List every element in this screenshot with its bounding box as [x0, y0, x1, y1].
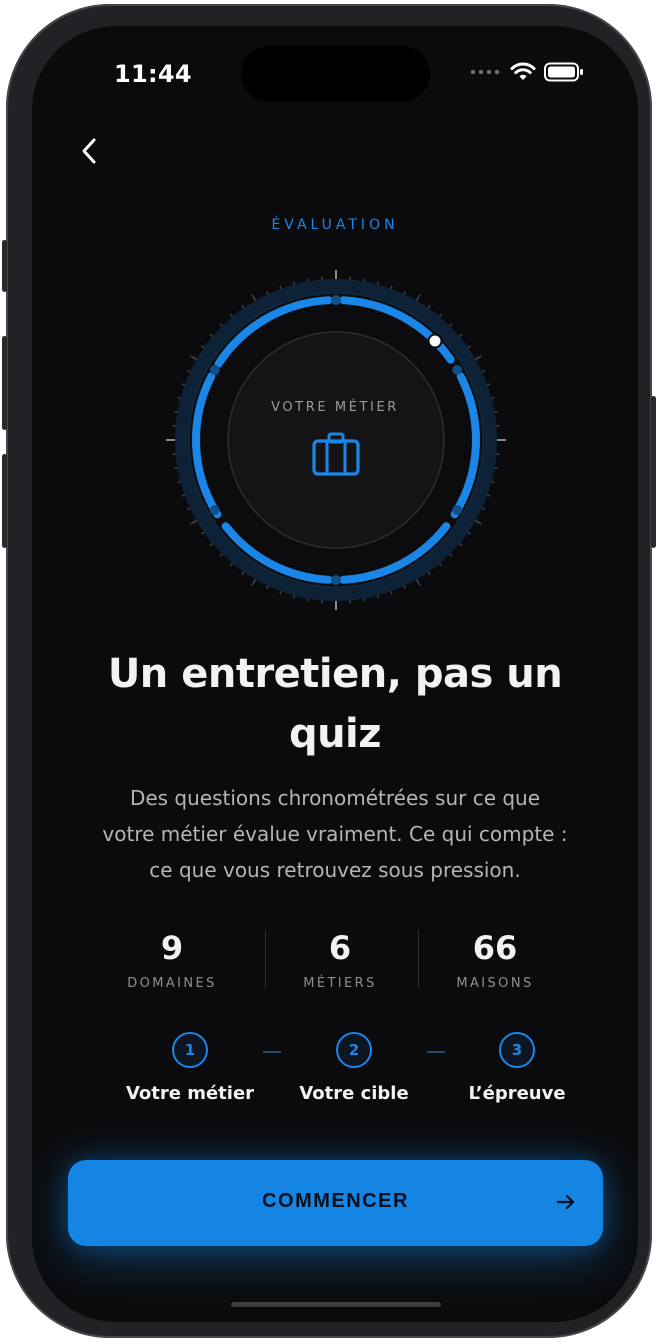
battery-icon: [544, 62, 583, 82]
stat-value: 6: [328, 929, 352, 967]
stat-label: MÉTIERS: [303, 976, 377, 991]
step-number: 1: [172, 1032, 208, 1068]
step-label: Votre métier: [125, 1083, 255, 1104]
step-number: 2: [336, 1032, 372, 1068]
briefcase-icon: [312, 432, 360, 476]
section-eyebrow: ÉVALUATION: [271, 217, 399, 233]
start-button-label: COMMENCER: [262, 1190, 409, 1212]
stat-divider: [418, 930, 419, 988]
stat-divider: [265, 930, 266, 988]
step-1: 1 Votre métier: [105, 1032, 275, 1104]
title-line-2: quiz: [288, 711, 382, 757]
stat-domaines: 9 DOMAINES: [102, 926, 242, 991]
action-button: [2, 240, 7, 292]
step-number: 3: [499, 1032, 535, 1068]
dial-node: [331, 575, 341, 585]
stat-value: 9: [160, 929, 184, 967]
stats-row: 9 DOMAINES 6 MÉTIERS 66 MAISONS: [102, 926, 568, 996]
description-line-1: Des questions chronométrées sur ce que: [129, 786, 541, 810]
description-line-2: votre métier évalue vraiment. Ce qui com…: [102, 822, 568, 846]
back-chevron-icon[interactable]: [74, 134, 104, 168]
step-3: 3 L’épreuve: [432, 1032, 602, 1104]
start-button[interactable]: COMMENCER: [68, 1160, 603, 1246]
dial-label: VOTRE MÉTIER: [271, 400, 399, 415]
dial-knob: [427, 333, 443, 349]
page-description: Des questions chronométrées sur ce que v…: [62, 780, 608, 888]
title-line-1: Un entretien, pas un: [107, 651, 563, 697]
step-label: Votre cible: [299, 1083, 409, 1104]
dial-node: [209, 505, 220, 515]
description-line-3: ce que vous retrouvez sous pression.: [149, 858, 521, 882]
dynamic-island: [241, 46, 430, 102]
step-2: 2 Votre cible: [269, 1032, 439, 1104]
volume-down-button: [2, 454, 7, 548]
step-label: L’épreuve: [468, 1083, 566, 1104]
stat-value: 66: [472, 929, 518, 967]
arrow-right-icon: [556, 1194, 575, 1210]
dial-node: [331, 295, 341, 305]
status-icons: [470, 62, 584, 82]
wifi-icon: [510, 62, 536, 80]
page-title: Un entretien, pas un quiz: [32, 644, 638, 764]
stat-maisons: 66 MAISONS: [425, 926, 565, 991]
dial-node: [452, 505, 463, 515]
home-indicator[interactable]: [231, 1302, 441, 1307]
stat-metiers: 6 MÉTIERS: [270, 926, 410, 991]
phone-frame: 11:44 ÉVALUATION VOTRE MÉTIER Un entreti…: [2, 4, 656, 1338]
volume-up-button: [2, 336, 7, 430]
steps-row: 1 Votre métier 2 Votre cible 3 L’épreuve: [32, 1032, 638, 1122]
stat-label: DOMAINES: [127, 976, 217, 991]
dial-node: [452, 365, 463, 375]
stat-label: MAISONS: [456, 976, 534, 991]
dial-node: [209, 365, 220, 375]
app-screen: 11:44 ÉVALUATION VOTRE MÉTIER Un entreti…: [32, 26, 638, 1322]
side-power-button: [651, 396, 656, 548]
cellular-signal-icon: [470, 69, 500, 75]
status-time: 11:44: [114, 60, 192, 88]
